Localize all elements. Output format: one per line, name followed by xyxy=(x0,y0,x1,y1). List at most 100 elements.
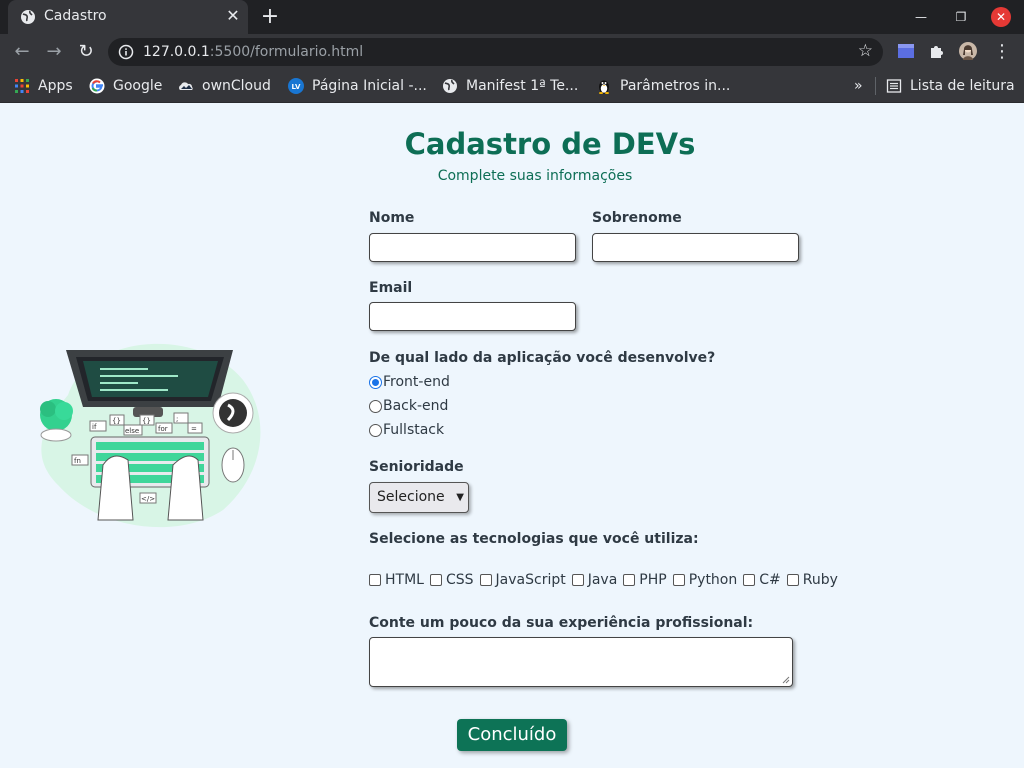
checkbox[interactable] xyxy=(571,574,584,586)
radio-back-end[interactable]: Back-end xyxy=(369,398,448,414)
tech-html[interactable]: HTML xyxy=(369,572,424,588)
bookmark-owncloud[interactable]: ownCloud xyxy=(178,76,271,96)
reading-list-icon xyxy=(886,79,902,93)
menu-kebab-icon[interactable]: ⋮ xyxy=(990,40,1014,64)
owncloud-icon xyxy=(179,82,193,90)
minimize-icon[interactable]: — xyxy=(911,7,931,27)
resize-grip-icon[interactable] xyxy=(782,676,790,684)
reading-list-button[interactable]: Lista de leitura xyxy=(886,76,1015,96)
tech-label: Python xyxy=(688,572,738,588)
forward-arrow-icon[interactable]: → xyxy=(42,40,66,64)
address-bar[interactable]: 127.0.0.1:5500/formulario.html ☆ xyxy=(108,38,883,66)
senioridade-select[interactable]: Selecione ▼ xyxy=(369,482,469,513)
radio-label: Back-end xyxy=(383,398,449,414)
close-tab-icon[interactable]: ✕ xyxy=(224,7,242,25)
restore-icon[interactable]: ❐ xyxy=(951,7,971,27)
nome-label: Nome xyxy=(369,210,415,226)
bookmark-label: Google xyxy=(113,78,163,94)
radio-front-end[interactable]: Front-end xyxy=(369,374,450,390)
checkbox[interactable] xyxy=(479,574,492,586)
back-arrow-icon[interactable]: ← xyxy=(10,40,34,64)
radio-label: Fullstack xyxy=(383,422,445,438)
browser-chrome: Cadastro ✕ + — ❐ ✕ ← → ↻ 127.0.0.1:5500/… xyxy=(0,0,1024,103)
tech-javascript[interactable]: JavaScript xyxy=(479,572,566,588)
tech-label: JavaScript xyxy=(495,572,566,588)
tech-java[interactable]: Java xyxy=(571,572,617,588)
page-subtitle: Complete suas informações xyxy=(437,168,633,184)
nome-input[interactable] xyxy=(369,233,576,262)
svg-text:else: else xyxy=(125,427,139,435)
lado-question: De qual lado da aplicação você desenvolv… xyxy=(369,350,716,366)
bookmark-label: ownCloud xyxy=(202,78,271,94)
bookmark-google[interactable]: Google xyxy=(89,76,162,96)
svg-text:{}: {} xyxy=(112,417,121,425)
checkbox[interactable] xyxy=(786,574,799,586)
tech-label: Ruby xyxy=(802,572,838,588)
reading-list-label: Lista de leitura xyxy=(910,78,1015,94)
radio-button[interactable] xyxy=(369,399,382,413)
page-content: if {} else {} for ; = fn </> Cadastro de… xyxy=(0,103,1024,768)
checkbox[interactable] xyxy=(672,574,685,586)
bookmark-manifest[interactable]: Manifest 1ª Te... xyxy=(442,76,578,96)
tech-label: C# xyxy=(759,572,781,588)
active-tab[interactable]: Cadastro ✕ xyxy=(8,0,248,34)
chevron-down-icon: ▼ xyxy=(456,492,464,503)
experiencia-textarea[interactable] xyxy=(369,637,793,687)
bookmark-label: Página Inicial -... xyxy=(312,78,427,94)
email-label: Email xyxy=(369,280,413,296)
submit-button[interactable]: Concluído xyxy=(457,719,567,751)
tech-ruby[interactable]: Ruby xyxy=(786,572,838,588)
toolbar: ← → ↻ 127.0.0.1:5500/formulario.html ☆ ⋮ xyxy=(0,34,1024,69)
checkbox[interactable] xyxy=(369,574,381,586)
tech-label: HTML xyxy=(385,572,424,588)
url-host: 127.0.0.1 xyxy=(143,44,210,60)
radio-button-checked[interactable] xyxy=(369,375,382,389)
checkbox[interactable] xyxy=(623,574,636,586)
checkbox[interactable] xyxy=(429,574,442,586)
tech-label: PHP xyxy=(639,572,667,588)
svg-text:=: = xyxy=(191,425,197,433)
avatar[interactable] xyxy=(959,42,977,60)
close-window-icon[interactable]: ✕ xyxy=(991,7,1011,27)
sobrenome-input[interactable] xyxy=(592,233,799,262)
svg-text:if: if xyxy=(92,423,97,431)
svg-text:LV: LV xyxy=(292,83,301,91)
bookmark-parametros[interactable]: Parâmetros in... xyxy=(596,76,730,96)
info-icon[interactable] xyxy=(118,44,134,60)
more-bookmarks-icon[interactable]: » xyxy=(854,76,863,96)
bookmark-star-icon[interactable]: ☆ xyxy=(858,41,873,61)
bookmark-label: Parâmetros in... xyxy=(620,78,731,94)
tab-title: Cadastro xyxy=(44,8,107,24)
globe-icon xyxy=(21,10,35,24)
tech-csharp[interactable]: C# xyxy=(743,572,781,588)
select-value: Selecione xyxy=(377,489,445,505)
extension-window-icon[interactable] xyxy=(897,42,915,60)
new-tab-button[interactable]: + xyxy=(258,5,282,29)
bookmark-apps[interactable]: Apps xyxy=(14,76,73,96)
svg-text:;: ; xyxy=(176,415,178,423)
radio-label: Front-end xyxy=(383,374,450,390)
page-title: Cadastro de DEVs xyxy=(404,127,696,161)
google-icon xyxy=(89,78,105,94)
bookmark-pagina-inicial[interactable]: LV Página Inicial -... xyxy=(288,76,427,96)
svg-text:{}: {} xyxy=(142,417,151,425)
tech-question: Selecione as tecnologias que você utiliz… xyxy=(369,531,699,547)
experiencia-label: Conte um pouco da sua experiência profis… xyxy=(369,615,754,631)
tab-strip: Cadastro ✕ + — ❐ ✕ xyxy=(0,0,1024,34)
radio-button[interactable] xyxy=(369,423,382,437)
svg-text:fn: fn xyxy=(74,457,81,465)
puzzle-icon[interactable] xyxy=(928,42,946,60)
email-input[interactable] xyxy=(369,302,576,331)
reload-icon[interactable]: ↻ xyxy=(74,40,98,64)
svg-text:</>: </> xyxy=(141,495,155,503)
tech-checkbox-group: HTML CSS JavaScript Java PHP Python C# R… xyxy=(369,572,844,588)
sobrenome-label: Sobrenome xyxy=(592,210,682,226)
globe-icon xyxy=(443,79,457,93)
tech-python[interactable]: Python xyxy=(672,572,738,588)
radio-fullstack[interactable]: Fullstack xyxy=(369,422,444,438)
tech-php[interactable]: PHP xyxy=(623,572,667,588)
svg-text:for: for xyxy=(158,425,168,433)
checkbox[interactable] xyxy=(743,574,756,586)
developer-laptop-illustration: if {} else {} for ; = fn </> xyxy=(40,343,261,528)
tech-css[interactable]: CSS xyxy=(429,572,474,588)
